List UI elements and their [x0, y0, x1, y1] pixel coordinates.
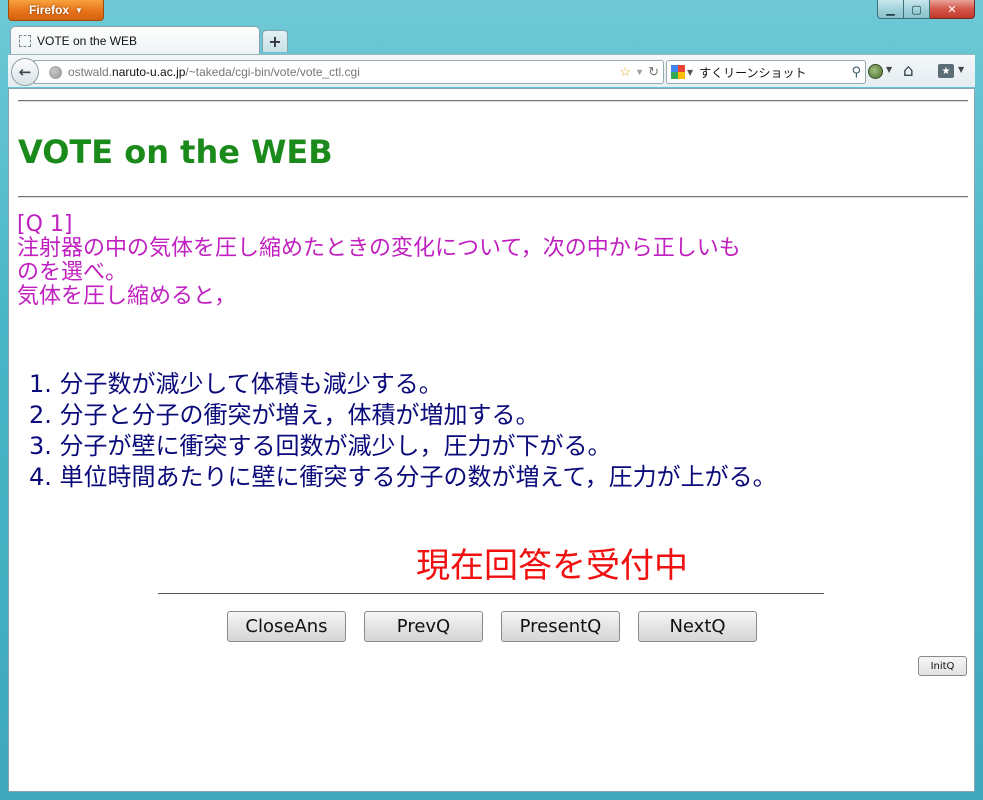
tab-vote-on-the-web[interactable]: VOTE on the WEB [10, 26, 260, 54]
question-line: 注射器の中の気体を圧し縮めたときの変化について，次の中から正しいも [17, 236, 741, 261]
chevron-down-icon[interactable]: ▼ [886, 65, 892, 74]
back-arrow-icon: ← [18, 63, 32, 81]
firefox-menu-button[interactable]: Firefox ▼ [8, 0, 104, 21]
url-text: ostwald.naruto-u.ac.jp/~takeda/cgi-bin/v… [68, 65, 360, 79]
back-button[interactable]: ← [11, 58, 39, 86]
top-divider [18, 100, 968, 102]
addon-icon[interactable] [868, 64, 883, 79]
close-window-button[interactable]: ✕ [930, 0, 975, 19]
bookmarks-icon[interactable]: ★ [938, 64, 954, 78]
globe-icon [49, 65, 62, 79]
option-2: 2. 分子と分子の衝突が増え，体積が増加する。 [29, 401, 540, 429]
question-block: [Q 1] 注射器の中の気体を圧し縮めたときの変化について，次の中から正しいも … [17, 213, 957, 309]
search-bar[interactable]: ▼ すくリーンショット ⚲ [666, 60, 866, 84]
close-ans-button[interactable]: CloseAns [227, 611, 346, 642]
chevron-down-icon[interactable]: ▼ [958, 65, 964, 74]
search-icon[interactable]: ⚲ [851, 65, 861, 80]
status-divider [158, 593, 824, 594]
url-bar[interactable]: ostwald.naruto-u.ac.jp/~takeda/cgi-bin/v… [34, 60, 664, 84]
prev-q-button[interactable]: PrevQ [364, 611, 483, 642]
page-content: VOTE on the WEB [Q 1] 注射器の中の気体を圧し縮めたときの変… [8, 88, 975, 792]
tab-strip: VOTE on the WEB + [8, 24, 975, 54]
url-path: /~takeda/cgi-bin/vote/vote_ctl.cgi [185, 65, 360, 79]
url-bar-actions: ☆ ▼ ↻ [620, 63, 659, 81]
minimize-button[interactable]: ▁ [877, 0, 904, 19]
control-buttons: CloseAns PrevQ PresentQ NextQ [227, 611, 757, 642]
maximize-button[interactable]: ▢ [904, 0, 930, 19]
navigation-toolbar: ostwald.naruto-u.ac.jp/~takeda/cgi-bin/v… [8, 54, 975, 87]
next-q-button[interactable]: NextQ [638, 611, 757, 642]
chevron-down-icon[interactable]: ▼ [687, 68, 693, 77]
present-q-button[interactable]: PresentQ [501, 611, 620, 642]
tab-label: VOTE on the WEB [37, 33, 138, 48]
question-line: のを選べ。 [17, 260, 128, 285]
title-divider [18, 196, 968, 198]
status-message: 現在回答を受付中 [416, 546, 688, 586]
chevron-down-icon: ▼ [75, 5, 83, 15]
option-1: 1. 分子数が減少して体積も減少する。 [29, 370, 443, 398]
google-icon[interactable] [671, 65, 685, 79]
new-tab-button[interactable]: + [262, 30, 288, 52]
option-3: 3. 分子が壁に衝突する回数が減少し，圧力が下がる。 [29, 432, 612, 460]
home-icon[interactable]: ⌂ [903, 61, 914, 81]
url-host: naruto-u.ac.jp [112, 65, 186, 79]
reload-icon[interactable]: ↻ [648, 64, 659, 80]
star-icon[interactable]: ☆ [620, 64, 632, 80]
window-titlebar: Firefox ▼ ▁ ▢ ✕ [0, 0, 983, 24]
firefox-menu-label: Firefox [29, 3, 70, 17]
option-4: 4. 単位時間あたりに壁に衝突する分子の数が増えて，圧力が上がる。 [29, 463, 777, 491]
answer-options: 1. 分子数が減少して体積も減少する。 2. 分子と分子の衝突が増え，体積が増加… [29, 369, 959, 493]
window-controls: ▁ ▢ ✕ [877, 0, 975, 20]
blank-page-icon [19, 34, 31, 47]
url-prefix: ostwald. [68, 65, 113, 79]
init-q-button[interactable]: InitQ [918, 656, 967, 676]
search-input[interactable]: すくリーンショット [699, 64, 851, 81]
question-number: [Q 1] [17, 212, 73, 237]
history-dropdown-icon[interactable]: ▼ [635, 67, 644, 77]
page-title: VOTE on the WEB [18, 133, 333, 171]
question-line: 気体を圧し縮めると， [17, 284, 237, 309]
